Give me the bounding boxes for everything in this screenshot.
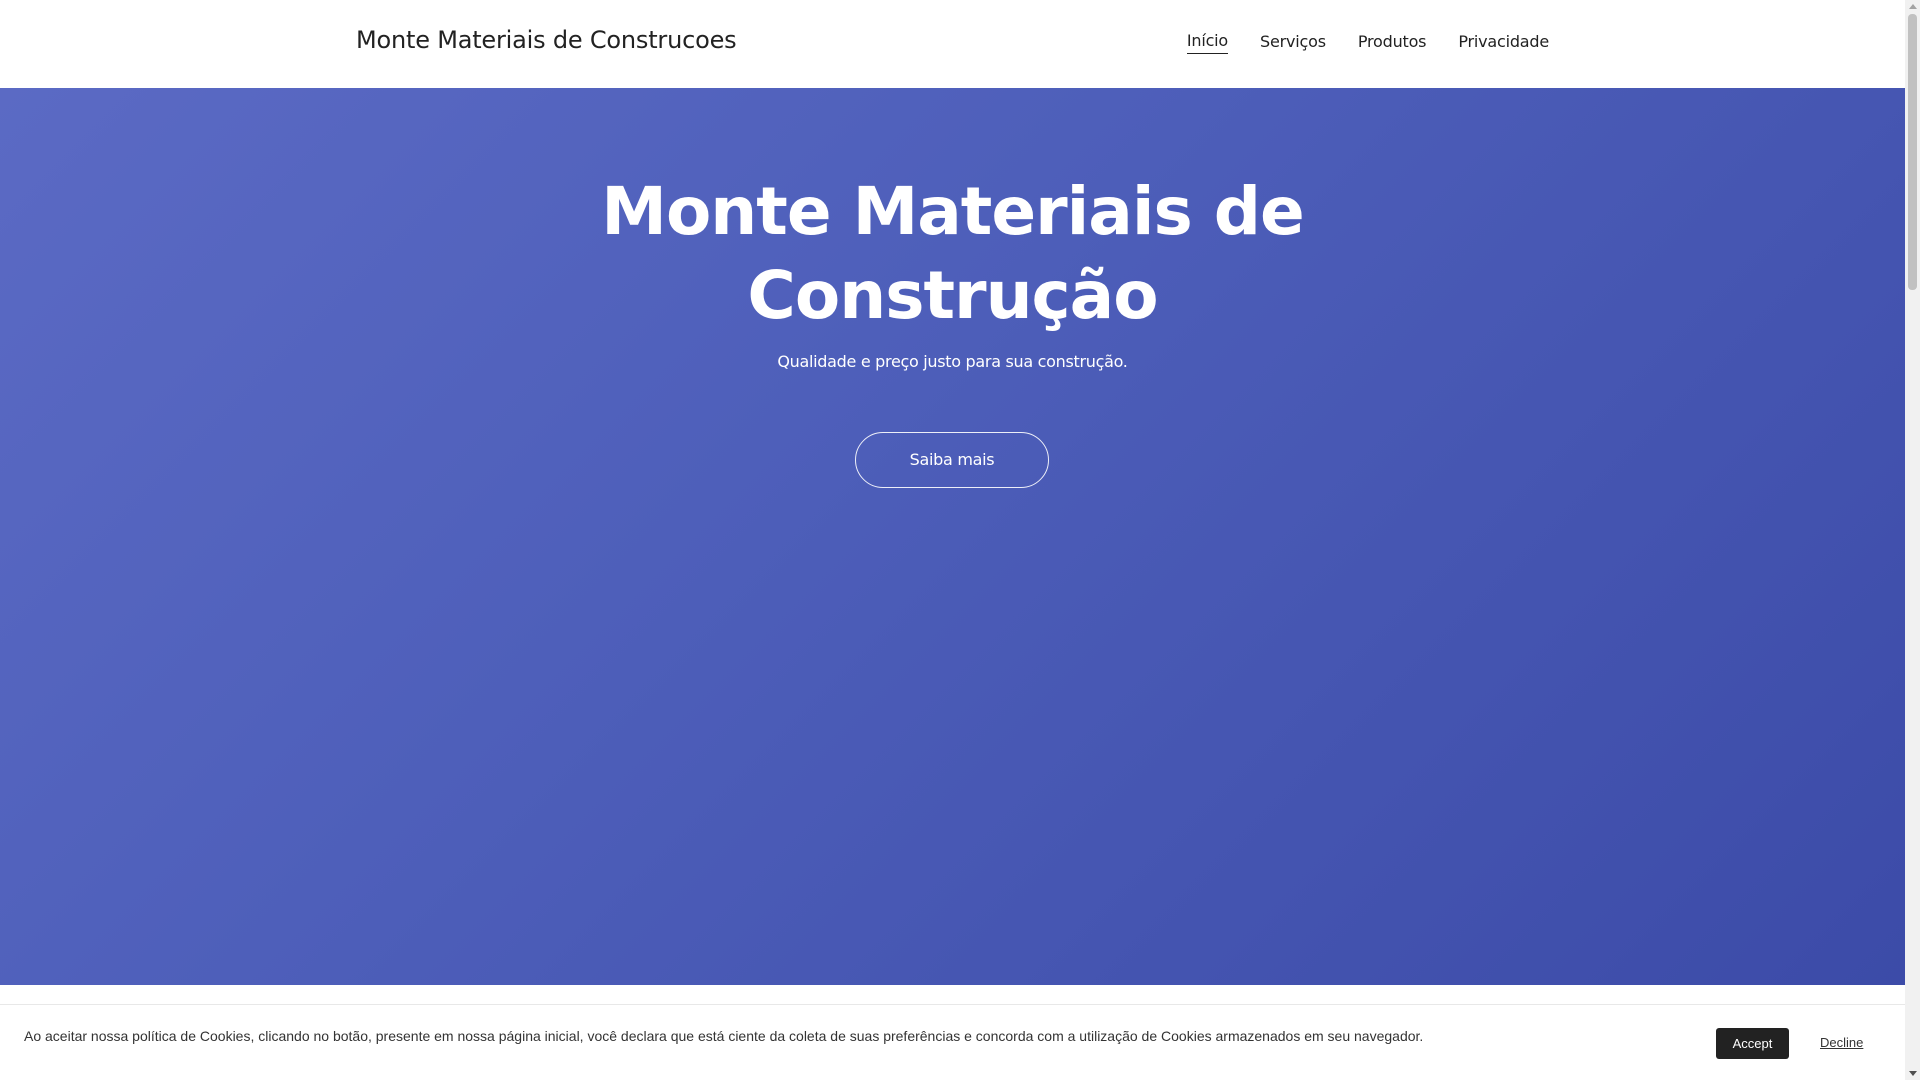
main-nav: Início Serviços Produtos Privacidade bbox=[1186, 31, 1549, 54]
nav-item-inicio[interactable]: Início bbox=[1186, 31, 1228, 54]
hero-subtitle: Qualidade e preço justo para sua constru… bbox=[777, 352, 1128, 371]
hero-section: Monte Materiais de Construção Qualidade … bbox=[0, 88, 1905, 985]
hero-title-line-1: Monte Materiais de bbox=[601, 173, 1304, 250]
site-header: Monte Materiais de Construcoes Início Se… bbox=[0, 0, 1905, 88]
hero-title: Monte Materiais de Construção bbox=[0, 170, 1905, 338]
scrollbar-thumb[interactable] bbox=[1908, 14, 1917, 290]
page: Monte Materiais de Construcoes Início Se… bbox=[0, 0, 1905, 1080]
saiba-mais-button[interactable]: Saiba mais bbox=[855, 432, 1049, 488]
nav-item-servicos[interactable]: Serviços bbox=[1260, 32, 1326, 54]
nav-item-privacidade[interactable]: Privacidade bbox=[1458, 32, 1549, 54]
cookie-notice-text: Ao aceitar nossa política de Cookies, cl… bbox=[24, 1028, 1424, 1044]
brand-title[interactable]: Monte Materiais de Construcoes bbox=[356, 26, 737, 54]
nav-item-produtos[interactable]: Produtos bbox=[1358, 32, 1427, 54]
scroll-up-arrow-icon[interactable] bbox=[1909, 4, 1917, 9]
accept-cookies-button[interactable]: Accept bbox=[1716, 1028, 1789, 1059]
browser-viewport: Monte Materiais de Construcoes Início Se… bbox=[0, 0, 1920, 1080]
scroll-down-arrow-icon[interactable] bbox=[1909, 1071, 1917, 1076]
vertical-scrollbar[interactable] bbox=[1905, 0, 1920, 1080]
hero-title-line-2: Construção bbox=[747, 257, 1158, 334]
cookie-banner: Ao aceitar nossa política de Cookies, cl… bbox=[0, 1004, 1905, 1080]
decline-cookies-link[interactable]: Decline bbox=[1820, 1035, 1863, 1050]
